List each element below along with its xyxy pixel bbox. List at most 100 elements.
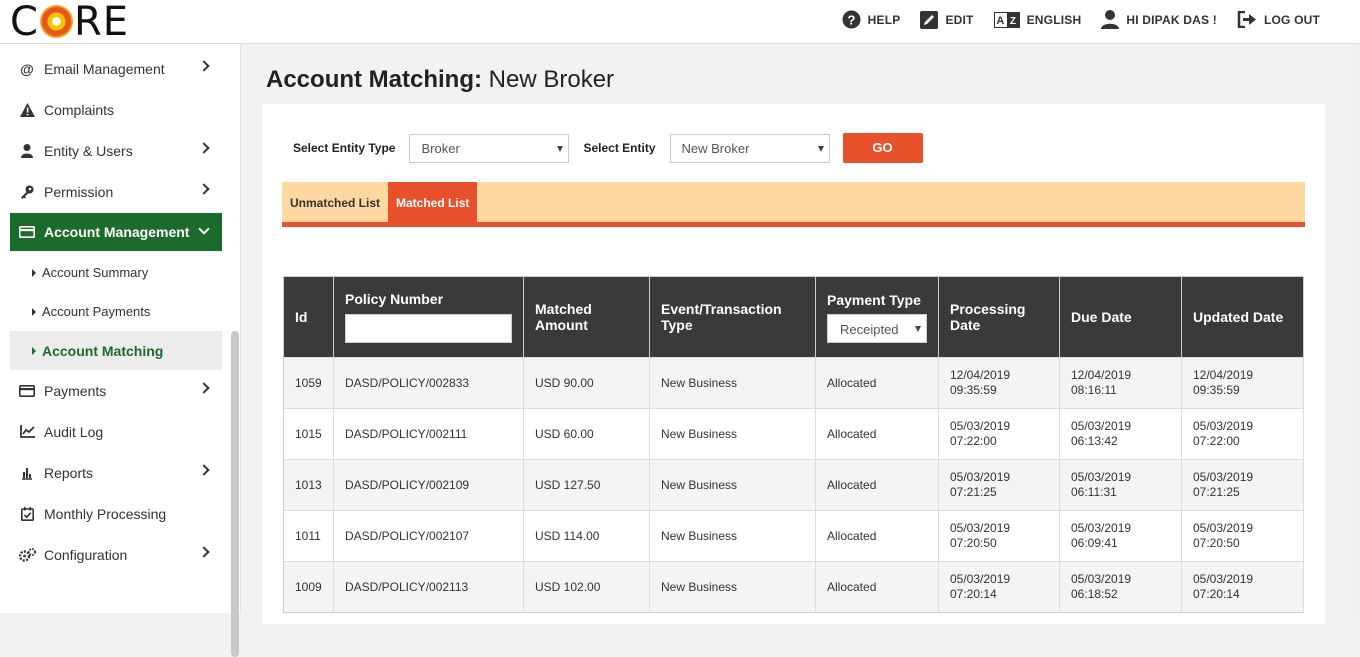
sidebar-item-account-management[interactable]: Account Management bbox=[10, 213, 222, 251]
date: 05/03/2019 bbox=[1193, 419, 1254, 433]
page-title: Account Matching: New Broker bbox=[266, 66, 614, 94]
sidebar-menu: @ Email Management Complaints Entity & U… bbox=[10, 48, 222, 575]
chevron-down-icon bbox=[198, 223, 210, 235]
table-row[interactable]: 1059 DASD/POLICY/002833 USD 90.00 New Bu… bbox=[283, 357, 1304, 409]
cell-payment: Allocated bbox=[815, 357, 939, 409]
sidebar-item-complaints[interactable]: Complaints bbox=[10, 89, 222, 130]
chevron-right-icon bbox=[198, 464, 210, 476]
sidebar-item-payments[interactable]: Payments bbox=[10, 370, 222, 411]
table-row[interactable]: 1009 DASD/POLICY/002113 USD 102.00 New B… bbox=[283, 561, 1304, 613]
help-link[interactable]: ? HELP bbox=[842, 10, 901, 29]
entity-value: New Broker bbox=[681, 140, 750, 156]
sidebar-subitem-account-payments[interactable]: Account Payments bbox=[10, 292, 222, 331]
cell-policy: DASD/POLICY/002833 bbox=[333, 357, 524, 409]
time: 06:13:42 bbox=[1071, 434, 1118, 448]
col-header-id[interactable]: Id bbox=[283, 276, 334, 358]
sidebar-subitem-account-summary[interactable]: Account Summary bbox=[10, 253, 222, 292]
entity-select[interactable]: New Broker bbox=[669, 133, 830, 163]
chevron-right-icon bbox=[198, 60, 210, 72]
language-link[interactable]: AZ ENGLISH bbox=[993, 11, 1082, 28]
col-header-processing-date[interactable]: Processing Date bbox=[938, 276, 1060, 358]
dropdown-arrow-icon bbox=[915, 325, 921, 332]
cell-updated-date: 12/04/2019 09:35:59 bbox=[1181, 357, 1304, 409]
cell-payment: Allocated bbox=[815, 459, 939, 511]
logout-label: LOG OUT bbox=[1263, 12, 1320, 27]
sidebar-item-label: Audit Log bbox=[44, 423, 104, 440]
cell-due-date: 05/03/2019 06:18:52 bbox=[1059, 561, 1182, 613]
date: 05/03/2019 bbox=[950, 521, 1011, 535]
logout-link[interactable]: LOG OUT bbox=[1237, 11, 1320, 28]
logo-text-left: C bbox=[10, 0, 39, 45]
time: 06:09:41 bbox=[1071, 536, 1118, 550]
table-row[interactable]: 1015 DASD/POLICY/002111 USD 60.00 New Bu… bbox=[283, 408, 1304, 460]
cell-id: 1009 bbox=[283, 561, 334, 613]
sidebar-item-label: Complaints bbox=[44, 101, 115, 118]
col-header-payment-label[interactable]: Payment Type bbox=[827, 292, 921, 308]
cell-amount: USD 114.00 bbox=[523, 510, 650, 562]
sidebar-item-label: Permission bbox=[44, 183, 114, 200]
top-nav: ? HELP EDIT AZ ENGLISH HI DIPAK DAS ! LO… bbox=[842, 10, 1320, 29]
sidebar-item-entity-users[interactable]: Entity & Users bbox=[10, 130, 222, 171]
page-scrollbar[interactable] bbox=[1350, 44, 1360, 613]
date: 05/03/2019 bbox=[1071, 521, 1132, 535]
sidebar: @ Email Management Complaints Entity & U… bbox=[0, 44, 241, 657]
cell-updated-date: 05/03/2019 07:21:25 bbox=[1181, 459, 1304, 511]
user-menu[interactable]: HI DIPAK DAS ! bbox=[1101, 10, 1217, 29]
page-title-entity: New Broker bbox=[488, 66, 615, 93]
edit-link[interactable]: EDIT bbox=[920, 10, 974, 29]
sidebar-scrollbar[interactable] bbox=[231, 331, 239, 657]
entity-type-select[interactable]: Broker bbox=[409, 133, 570, 163]
user-icon bbox=[18, 142, 36, 160]
cell-policy: DASD/POLICY/002109 bbox=[333, 459, 524, 511]
cell-updated-date: 05/03/2019 07:20:50 bbox=[1181, 510, 1304, 562]
reports-icon bbox=[18, 464, 36, 482]
table-row[interactable]: 1013 DASD/POLICY/002109 USD 127.50 New B… bbox=[283, 459, 1304, 511]
cell-processing-date: 12/04/2019 09:35:59 bbox=[938, 357, 1060, 409]
cell-processing-date: 05/03/2019 07:20:14 bbox=[938, 561, 1060, 613]
user-icon bbox=[1101, 10, 1120, 29]
col-header-updated-date[interactable]: Updated Date bbox=[1181, 276, 1304, 358]
date: 05/03/2019 bbox=[1193, 572, 1254, 586]
help-icon: ? bbox=[842, 10, 861, 29]
date: 05/03/2019 bbox=[1193, 470, 1254, 484]
svg-text:@: @ bbox=[20, 62, 34, 76]
sidebar-item-monthly-processing[interactable]: Monthly Processing bbox=[10, 493, 222, 534]
payment-type-filter-select[interactable]: Receipted bbox=[827, 313, 927, 343]
edit-icon bbox=[920, 10, 939, 29]
sidebar-item-audit-log[interactable]: Audit Log bbox=[10, 411, 222, 452]
tab-matched-list[interactable]: Matched List bbox=[388, 182, 478, 222]
col-header-event-type[interactable]: Event/Transaction Type bbox=[649, 276, 816, 358]
cell-payment: Allocated bbox=[815, 561, 939, 613]
caret-right-icon bbox=[32, 268, 36, 277]
edit-label: EDIT bbox=[945, 12, 974, 27]
help-label: HELP bbox=[867, 12, 901, 27]
sidebar-item-configuration[interactable]: Configuration bbox=[10, 534, 222, 575]
cell-updated-date: 05/03/2019 07:22:00 bbox=[1181, 408, 1304, 460]
language-label: ENGLISH bbox=[1026, 12, 1082, 27]
table-row[interactable]: 1011 DASD/POLICY/002107 USD 114.00 New B… bbox=[283, 510, 1304, 562]
sidebar-subitem-account-matching[interactable]: Account Matching bbox=[10, 331, 222, 370]
sidebar-item-email-management[interactable]: @ Email Management bbox=[10, 48, 222, 89]
cell-id: 1013 bbox=[283, 459, 334, 511]
tab-unmatched-list[interactable]: Unmatched List bbox=[282, 182, 388, 222]
table-header-row: Id Policy Number Matched Amount Event/Tr… bbox=[283, 276, 1304, 358]
col-header-policy-label[interactable]: Policy Number bbox=[345, 291, 443, 307]
dropdown-arrow-icon bbox=[557, 145, 564, 152]
go-button[interactable]: GO bbox=[842, 133, 923, 163]
sidebar-item-reports[interactable]: Reports bbox=[10, 452, 222, 493]
sidebar-item-permission[interactable]: Permission bbox=[10, 171, 222, 212]
policy-filter-input[interactable] bbox=[345, 314, 512, 343]
chevron-right-icon bbox=[198, 142, 210, 154]
core-logo[interactable]: C RE bbox=[10, 0, 129, 45]
time: 09:35:59 bbox=[950, 383, 997, 397]
time: 07:20:14 bbox=[950, 587, 997, 601]
cell-policy: DASD/POLICY/002113 bbox=[333, 561, 524, 613]
col-header-matched-amount[interactable]: Matched Amount bbox=[523, 276, 650, 358]
cell-processing-date: 05/03/2019 07:22:00 bbox=[938, 408, 1060, 460]
date: 05/03/2019 bbox=[1193, 521, 1254, 535]
time: 07:21:25 bbox=[950, 485, 997, 499]
cell-id: 1015 bbox=[283, 408, 334, 460]
chevron-right-icon bbox=[198, 382, 210, 394]
col-header-due-date[interactable]: Due Date bbox=[1059, 276, 1182, 358]
time: 06:11:31 bbox=[1071, 485, 1117, 499]
